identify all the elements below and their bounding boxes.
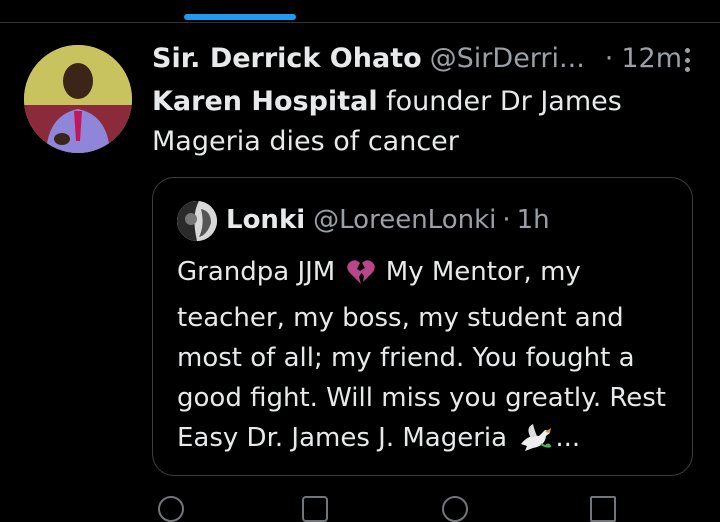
share-icon[interactable]	[590, 496, 616, 522]
quoted-author-handle[interactable]: @LoreenLonki	[313, 205, 496, 235]
quoted-author-avatar[interactable]	[177, 201, 217, 241]
more-options-icon[interactable]	[681, 48, 693, 72]
quoted-tweet-header: Lonki @LoreenLonki · 1h	[226, 200, 550, 240]
like-icon[interactable]	[442, 496, 468, 522]
broken-heart-icon	[346, 258, 376, 298]
separator-dot: ·	[604, 42, 614, 74]
retweet-icon[interactable]	[302, 496, 328, 522]
author-name[interactable]: Sir. Derrick Ohato	[152, 43, 422, 74]
quoted-text-start: Grandpa JJM	[177, 257, 336, 287]
quoted-tweet-text: Grandpa JJM My Mentor, my teacher, my bo…	[177, 252, 677, 464]
quoted-author-name[interactable]: Lonki	[226, 205, 305, 235]
quoted-avatar-photo	[177, 201, 217, 241]
tweet-text: Karen Hospital founder Dr James Mageria …	[152, 82, 672, 162]
author-avatar[interactable]	[24, 45, 132, 153]
tweet-timestamp[interactable]: 12m	[621, 43, 682, 74]
active-tab-indicator	[184, 14, 296, 20]
author-handle[interactable]: @SirDerri...	[430, 43, 585, 74]
dove-icon	[517, 424, 553, 464]
separator-dot: ·	[502, 205, 511, 235]
reply-icon[interactable]	[158, 496, 184, 522]
tab-bar	[0, 0, 720, 23]
quoted-tweet-card[interactable]: Lonki @LoreenLonki · 1h Grandpa JJM My M…	[152, 177, 693, 476]
tweet-text-bold: Karen Hospital	[152, 86, 378, 117]
quoted-tweet-timestamp[interactable]: 1h	[517, 205, 550, 235]
quoted-text-ellipsis: ...	[555, 423, 581, 453]
tweet-header: Sir. Derrick Ohato @SirDerri... · 12m	[152, 40, 707, 76]
avatar-photo	[24, 45, 132, 153]
